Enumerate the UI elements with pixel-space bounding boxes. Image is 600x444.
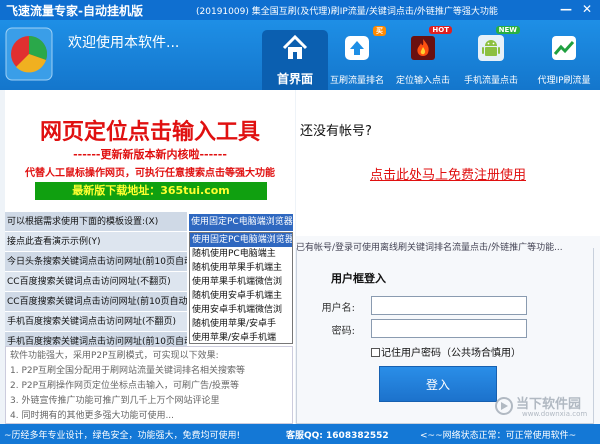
nav-badge-hot: HOT [429, 26, 452, 34]
desc-line: 3. 外链宣传推广功能可推广到几千上万个网站评论里 [10, 396, 220, 406]
remember-password-checkbox[interactable]: 记住用户密码（公共场合慎用） [371, 344, 521, 359]
no-account-text: 还没有帐号? [300, 124, 372, 139]
register-link[interactable]: 点击此处马上免费注册使用 [296, 164, 600, 183]
template-options: 可以根据需求使用下面的模板设置:(X) 接点此查看演示示例(Y) 今日头条搜索关… [5, 212, 187, 352]
browser-select[interactable]: 使用固定PC电脑端浏览器 [189, 214, 293, 231]
left-panel: 网页定位点击输入工具 ------更新新版本新内核啦------ 代替人工鼠标操… [5, 90, 295, 424]
remember-label: 记住用户密码（公共场合慎用） [381, 348, 521, 359]
option-item[interactable]: 手机百度搜索关键词点击访问网址(不翻页) [5, 312, 187, 332]
watermark-logo-icon [495, 397, 513, 415]
username-label: 用户名: [321, 303, 355, 314]
option-item[interactable]: CC百度搜索关键词点击访问网址(不翻页) [5, 272, 187, 292]
ad-subtitle: ------更新新版本新内核啦------ [73, 148, 227, 161]
nav-mobile-traffic-label: 手机流量点击 [463, 76, 518, 86]
option-item[interactable]: 今日头条搜索关键词点击访问网址(前10页自动翻页) [5, 252, 187, 272]
desc-line: 4. 同时拥有的其他更多强大功能可使用... [10, 411, 175, 421]
nav-home-label: 首界面 [276, 72, 313, 86]
desc-line: 软件功能强大，采用P2P互刷模式，可实现以下效果: [10, 351, 219, 361]
checkbox-box[interactable] [371, 348, 380, 357]
arrow-up-icon [345, 36, 369, 60]
select-option[interactable]: 随机使用安卓手机端主 [190, 289, 292, 303]
option-item[interactable]: 接点此查看演示示例(Y) [5, 232, 187, 252]
select-option[interactable]: 随机使用苹果手机端主 [190, 261, 292, 275]
select-option[interactable]: 使用苹果/安卓手机端 [190, 331, 292, 343]
feature-description: 软件功能强大，采用P2P互刷模式，可实现以下效果: 1. P2P互刷全国分配用于… [5, 346, 293, 424]
login-title: 用户框登入 [331, 272, 386, 285]
status-left: ~历经多年专业设计，绿色安全，功能强大，免费均可使用! [4, 431, 241, 441]
desc-line: 2. P2P互刷操作网页定位坐标点击输入，可刷广告/投票等 [10, 381, 240, 391]
option-item[interactable]: CC百度搜索关键词点击访问网址(前10页自动翻页) [5, 292, 187, 312]
select-option[interactable]: 使用安卓手机端微信浏 [190, 303, 292, 317]
password-label: 密码: [331, 326, 355, 337]
desc-line: 1. P2P互刷全国分配用于刷网站流量关键词排名相关搜索等 [10, 366, 246, 376]
app-logo-icon [5, 27, 53, 81]
nav-mutual-traffic[interactable]: 买 互刷流量排名 [324, 26, 390, 90]
nav-proxy-ip-label: 代理IP刷流量 [537, 76, 591, 86]
status-network: <~~网络状态正常：可正常使用软件~ [420, 431, 577, 441]
android-icon [478, 35, 504, 61]
watermark: 当下软件园 www.downxia.com [494, 392, 594, 422]
nav-badge-buy: 买 [373, 26, 386, 36]
nav-position-click[interactable]: HOT 定位输入点击 [390, 26, 456, 90]
ad-subtitle-2: 代替人工鼠标操作网页，可执行任意搜索点击等强大功能 [25, 168, 275, 179]
nav-position-click-label: 定位输入点击 [395, 76, 450, 86]
minimize-button[interactable]: — [560, 2, 572, 16]
select-option[interactable]: 使用固定PC电脑端浏览器 [190, 233, 292, 247]
app-title: 飞速流量专家-自动挂机版 [6, 4, 143, 18]
username-field[interactable] [371, 296, 527, 315]
close-button[interactable]: ✕ [582, 2, 592, 16]
nav-mutual-traffic-label: 互刷流量排名 [329, 76, 384, 86]
title-bar: 飞速流量专家-自动挂机版 (20191009) 集全国互刷(及代理)刷IP流量/… [0, 0, 600, 20]
app-window: 飞速流量专家-自动挂机版 (20191009) 集全国互刷(及代理)刷IP流量/… [0, 0, 600, 444]
nav-mobile-traffic[interactable]: NEW 手机流量点击 [458, 26, 524, 90]
login-button[interactable]: 登入 [379, 366, 497, 402]
select-option[interactable]: 随机使用苹果/安卓手 [190, 317, 292, 331]
home-icon [282, 34, 308, 59]
register-area: 还没有帐号? 点击此处马上免费注册使用 [296, 90, 600, 236]
select-option[interactable]: 使用苹果手机端微信浏 [190, 275, 292, 289]
nav-home[interactable]: 首界面 [262, 30, 328, 90]
nav-badge-new: NEW [495, 26, 520, 34]
watermark-url: www.downxia.com [522, 410, 588, 418]
welcome-text: 欢迎使用本软件... [68, 35, 180, 51]
ad-title: 网页定位点击输入工具 [39, 119, 260, 145]
flame-icon [411, 36, 435, 60]
nav-proxy-ip[interactable]: 代理IP刷流量 [528, 30, 600, 90]
option-item[interactable]: 可以根据需求使用下面的模板设置:(X) [5, 212, 187, 232]
status-qq: 客服QQ: 1608382552 [286, 431, 389, 441]
select-option[interactable]: 随机使用PC电脑端主 [190, 247, 292, 261]
download-link[interactable]: 最新版下载地址：365tui.com [35, 182, 267, 200]
trend-icon [552, 36, 576, 60]
password-field[interactable] [371, 319, 527, 338]
title-slogan: (20191009) 集全国互刷(及代理)刷IP流量/关键词点击/外链推广等强大… [196, 7, 498, 17]
browser-select-list: 使用固定PC电脑端浏览器 随机使用PC电脑端主 随机使用苹果手机端主 使用苹果手… [189, 232, 293, 344]
right-panel: 还没有帐号? 点击此处马上免费注册使用 已有帐号/登录可使用离线刷关键词排名流量… [296, 90, 600, 424]
header-band: 欢迎使用本软件... 首界面 买 互刷流量排名 HOT 定位输入点击 NEW 手… [0, 20, 600, 90]
status-bar: ~历经多年专业设计，绿色安全，功能强大，免费均可使用! 客服QQ: 160838… [0, 424, 600, 444]
